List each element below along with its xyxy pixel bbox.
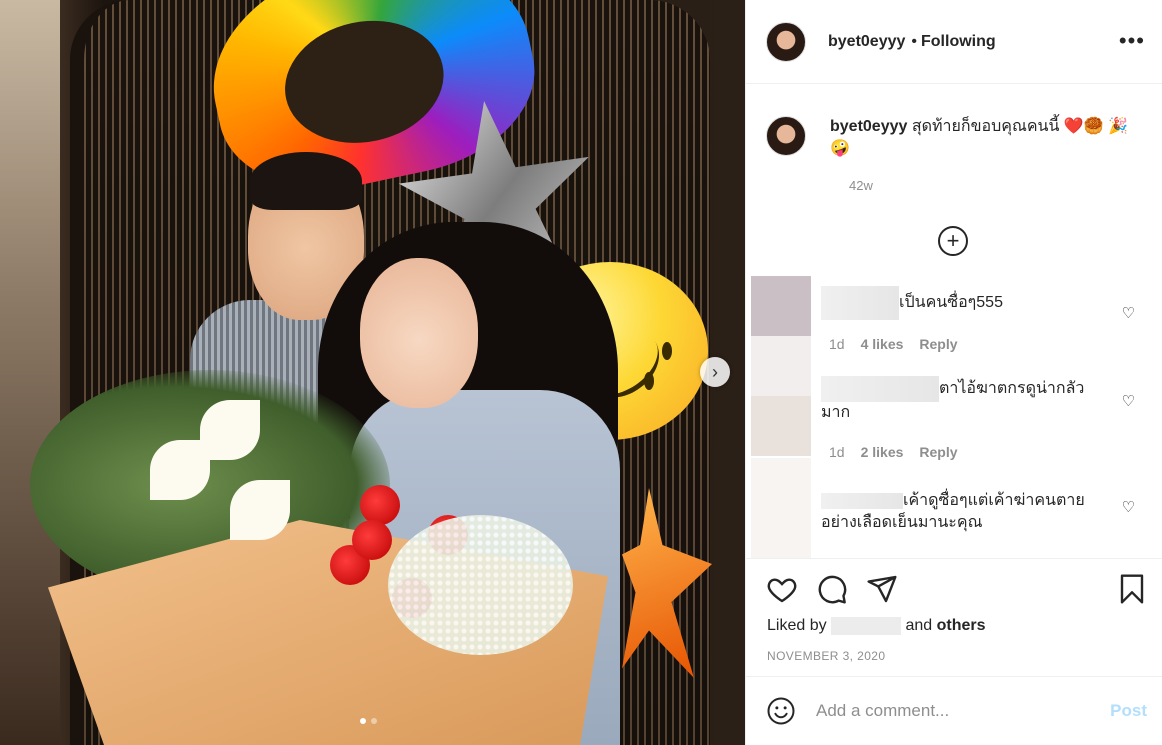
man-hair	[250, 152, 362, 210]
caption-timestamp[interactable]: 42w	[849, 178, 873, 193]
photo-wall	[0, 0, 60, 745]
rose-flower	[352, 520, 392, 560]
lily-flower	[200, 400, 260, 460]
more-icon[interactable]: •••	[1119, 28, 1145, 54]
comment-text-row: ตาไอ้ฆาตกรดูน่ากลัวมาก	[821, 376, 1091, 424]
commenter-avatar[interactable]	[751, 458, 811, 558]
rose-flower	[360, 485, 400, 525]
heart-icon[interactable]: ♡	[1122, 392, 1135, 410]
liked-by-prefix: Liked by	[767, 617, 832, 635]
woman-face	[360, 258, 478, 408]
blurred-username	[821, 376, 939, 402]
header-username[interactable]: byet0eyyy	[828, 33, 905, 51]
post-button[interactable]: Post	[1110, 701, 1147, 721]
carousel-dot-active	[360, 718, 366, 724]
liked-by-line: Liked by and others	[767, 617, 986, 635]
heart-icon[interactable]: ♡	[1122, 304, 1135, 322]
comment-item: เค้าดูซื่อๆแต่เค้าฆ่าคนตายอย่างเลือดเย็น…	[751, 458, 1162, 558]
emoji-icon[interactable]	[766, 696, 796, 726]
commenter-avatar[interactable]	[751, 336, 811, 396]
comment-icon[interactable]	[816, 573, 848, 605]
liked-by-mid: and	[901, 617, 937, 635]
avatar[interactable]	[766, 116, 806, 156]
caption-text: byet0eyyy สุดท้ายก็ขอบคุณคนนี้ ❤️🥮 🎉 🤪	[830, 116, 1146, 160]
bookmark-icon[interactable]	[1116, 573, 1148, 605]
post-date[interactable]: NOVEMBER 3, 2020	[767, 649, 885, 663]
share-icon[interactable]	[866, 573, 898, 605]
blurred-username	[821, 286, 899, 320]
following-button[interactable]: Following	[921, 33, 996, 51]
header-separator: •	[911, 32, 917, 50]
post-side-panel: byet0eyyy • Following ••• byet0eyyy สุดท…	[745, 0, 1162, 745]
post-photo[interactable]: ›	[0, 0, 745, 745]
liked-by-others[interactable]: others	[937, 617, 986, 634]
post-caption: byet0eyyy สุดท้ายก็ขอบคุณคนนี้ ❤️🥮 🎉 🤪 4…	[766, 116, 1146, 193]
carousel-dots	[360, 718, 377, 724]
plus-circle-icon[interactable]: +	[938, 226, 968, 256]
smiley-eye	[662, 342, 672, 360]
chevron-right-icon[interactable]: ›	[700, 357, 730, 387]
post-actions: Liked by and others NOVEMBER 3, 2020	[746, 558, 1162, 676]
heart-icon[interactable]	[766, 573, 798, 605]
caption-username[interactable]: byet0eyyy	[830, 118, 907, 135]
lily-flower	[230, 480, 290, 540]
blurred-liker[interactable]	[831, 617, 902, 635]
avatar[interactable]	[766, 21, 806, 62]
comment-text: เป็นคนซื่อๆ555	[899, 294, 1003, 312]
comment-item: ตาไอ้ฆาตกรดูน่ากลัวมาก ♡ 1d 2 likes Repl…	[751, 336, 1162, 466]
comment-text-row: เป็นคนซื่อๆ555	[821, 286, 1081, 320]
heart-icon[interactable]: ♡	[1122, 498, 1135, 516]
add-comment-bar: Post	[746, 676, 1162, 745]
blurred-username	[821, 492, 903, 509]
babys-breath-flowers	[388, 515, 573, 655]
comment-input[interactable]	[816, 701, 1111, 721]
carousel-dot	[371, 718, 377, 724]
commenter-avatar-bg	[751, 396, 811, 456]
post-header: byet0eyyy • Following •••	[746, 0, 1162, 84]
comment-text-row: เค้าดูซื่อๆแต่เค้าฆ่าคนตายอย่างเลือดเย็น…	[821, 490, 1086, 534]
commenter-avatar[interactable]	[751, 276, 811, 336]
